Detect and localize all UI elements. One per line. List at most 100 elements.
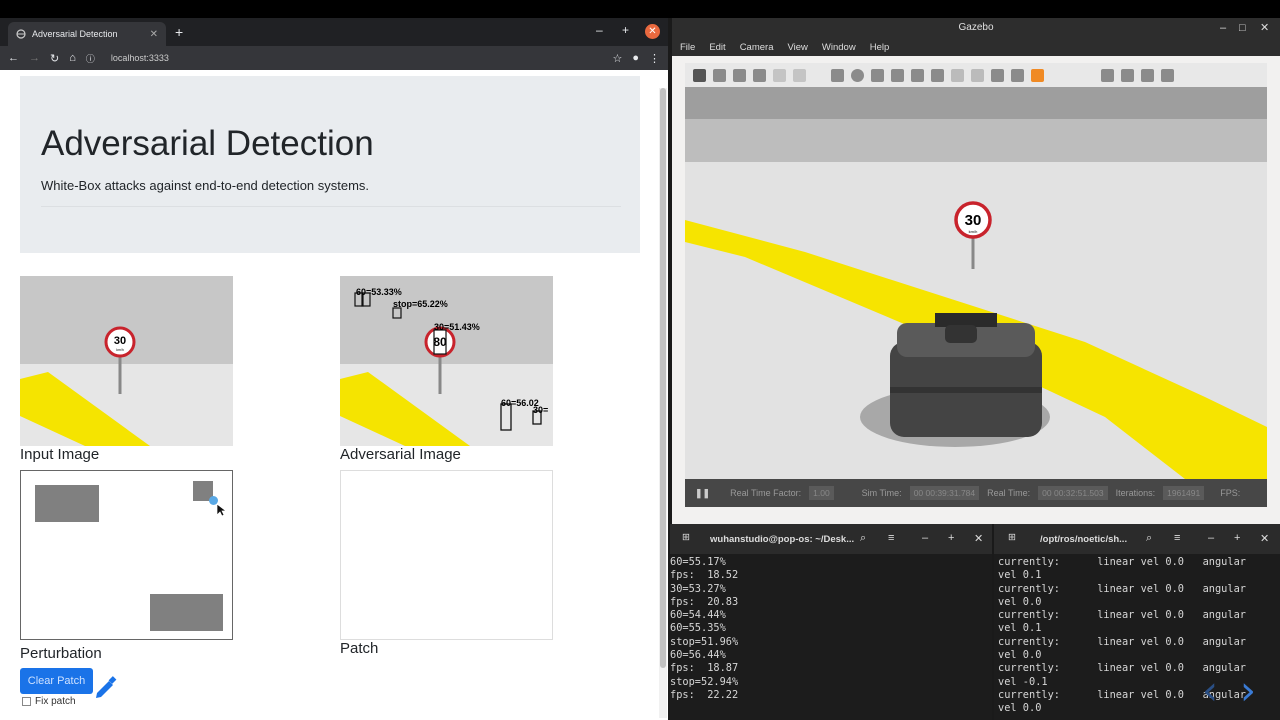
profile-icon[interactable]: ●: [632, 52, 639, 64]
minimize-icon[interactable]: –: [1220, 18, 1226, 38]
new-tab-icon[interactable]: ⊞: [682, 532, 690, 543]
fix-patch-control[interactable]: Fix patch: [22, 696, 76, 707]
terminal-line: currently: linear vel 0.0 angular: [998, 688, 1246, 701]
bookmark-star-icon[interactable]: ☆: [612, 52, 622, 65]
terminal-line: 30=53.27%: [670, 582, 726, 595]
real-time-factor-value: 1.00: [809, 486, 834, 500]
patch-canvas: [340, 470, 553, 640]
input-sign-unit: km/h: [116, 348, 124, 352]
close-icon[interactable]: ✕: [1260, 532, 1269, 545]
maximize-icon[interactable]: +: [1234, 532, 1240, 544]
menu-camera[interactable]: Camera: [740, 42, 774, 53]
perturbation-canvas[interactable]: [20, 470, 233, 640]
log-icon[interactable]: [1121, 68, 1134, 82]
terminal-line: fps: 18.52: [670, 569, 739, 582]
detection-label: 60=53.33%: [356, 287, 402, 297]
maximize-icon[interactable]: +: [622, 23, 629, 37]
close-icon[interactable]: ✕: [974, 532, 983, 545]
translate-tool-icon[interactable]: [713, 68, 726, 82]
browser-tab[interactable]: Adversarial Detection ✕: [8, 22, 166, 46]
terminal-left[interactable]: ⊞ wuhanstudio@pop-os: ~/Desk... ⌕ ≡ – + …: [670, 524, 992, 720]
terminal-line: fps: 22.22: [670, 688, 739, 701]
forward-icon[interactable]: →: [29, 52, 40, 64]
play-pause-icon[interactable]: ❚❚: [695, 488, 710, 499]
input-image: 30 km/h: [20, 276, 233, 446]
gazebo-toolbar: [685, 63, 1267, 87]
back-icon[interactable]: ←: [8, 52, 19, 64]
gazebo-3d-viewport[interactable]: 30 km/h: [685, 87, 1267, 479]
terminal-left-title: wuhanstudio@pop-os: ~/Desk...: [710, 534, 855, 545]
next-arrow-icon[interactable]: ›: [1240, 668, 1256, 714]
home-icon[interactable]: ⌂: [69, 52, 76, 64]
maximize-icon[interactable]: □: [1239, 18, 1246, 38]
new-tab-icon[interactable]: +: [175, 24, 183, 40]
detection-label: 30=51.43%: [434, 322, 480, 332]
prev-arrow-icon[interactable]: ‹: [1202, 668, 1218, 714]
terminal-line: vel 0.0: [998, 702, 1042, 715]
screenshot-icon[interactable]: [1101, 68, 1114, 82]
search-icon[interactable]: ⌕: [1146, 532, 1152, 545]
page-scrollbar[interactable]: [659, 88, 667, 718]
close-tab-icon[interactable]: ✕: [150, 29, 158, 40]
new-tab-icon[interactable]: ⊞: [1008, 532, 1016, 543]
reload-icon[interactable]: ↻: [50, 52, 59, 65]
video-icon[interactable]: [1161, 68, 1174, 82]
patch-rect[interactable]: [150, 594, 223, 631]
directional-light-icon[interactable]: [931, 68, 944, 82]
page-subtitle: White-Box attacks against end-to-end det…: [41, 178, 370, 193]
menu-help[interactable]: Help: [870, 42, 890, 53]
clear-patch-button[interactable]: Clear Patch: [20, 668, 93, 694]
rotate-tool-icon[interactable]: [733, 68, 746, 82]
align-icon[interactable]: [991, 68, 1004, 82]
gazebo-sign-unit: km/h: [969, 229, 978, 234]
close-icon[interactable]: ✕: [1260, 18, 1269, 38]
spot-light-icon[interactable]: [911, 68, 924, 82]
plot-icon[interactable]: [1141, 68, 1154, 82]
close-window-icon[interactable]: ✕: [645, 24, 660, 39]
info-icon[interactable]: ⓘ: [86, 52, 95, 65]
select-tool-icon[interactable]: [693, 68, 706, 82]
sphere-shape-icon[interactable]: [851, 68, 864, 82]
hamburger-menu-icon[interactable]: ≡: [888, 532, 894, 544]
browser-toolbar: ← → ↻ ⌂ ⓘ localhost:3333 ☆ ● ⋮: [0, 46, 668, 70]
patch-caption: Patch: [340, 640, 379, 657]
menu-dots-icon[interactable]: ⋮: [649, 52, 660, 65]
menu-edit[interactable]: Edit: [709, 42, 725, 53]
view-angle-icon[interactable]: [1031, 68, 1044, 82]
patch-rect[interactable]: [35, 485, 99, 522]
cylinder-shape-icon[interactable]: [871, 68, 884, 82]
copy-icon[interactable]: [951, 68, 964, 82]
perturbation-caption: Perturbation: [20, 645, 102, 662]
scrollbar-thumb[interactable]: [660, 88, 666, 668]
box-shape-icon[interactable]: [831, 68, 844, 82]
menu-view[interactable]: View: [787, 42, 807, 53]
hamburger-menu-icon[interactable]: ≡: [1174, 532, 1180, 544]
maximize-icon[interactable]: +: [948, 532, 954, 544]
undo-icon[interactable]: [773, 68, 786, 82]
point-light-icon[interactable]: [891, 68, 904, 82]
fix-patch-label: Fix patch: [35, 696, 76, 707]
adversarial-image: 80 60=53.33% stop=65.22% 30=51.43% 60=56…: [340, 276, 553, 446]
menu-window[interactable]: Window: [822, 42, 856, 53]
address-bar[interactable]: localhost:3333: [111, 53, 603, 63]
scale-tool-icon[interactable]: [753, 68, 766, 82]
pencil-icon[interactable]: [94, 676, 118, 698]
minimize-icon[interactable]: –: [922, 532, 928, 544]
terminal-right[interactable]: ⊞ /opt/ros/noetic/sh... ⌕ ≡ – + ✕ curren…: [994, 524, 1280, 720]
terminal-line: stop=52.94%: [670, 675, 739, 688]
redo-icon[interactable]: [793, 68, 806, 82]
input-image-caption: Input Image: [20, 446, 100, 463]
menu-file[interactable]: File: [680, 42, 695, 53]
snap-icon[interactable]: [1011, 68, 1024, 82]
terminal-line: stop=51.96%: [670, 635, 739, 648]
terminal-line: 60=54.44%: [670, 609, 726, 622]
paste-icon[interactable]: [971, 68, 984, 82]
minimize-icon[interactable]: –: [596, 23, 603, 37]
fix-patch-checkbox[interactable]: [22, 697, 31, 706]
minimize-icon[interactable]: –: [1208, 532, 1214, 544]
robot-model[interactable]: [890, 313, 1042, 437]
terminal-line: vel 0.0: [998, 649, 1042, 662]
gazebo-status-bar: ❚❚ Real Time Factor: 1.00 Sim Time: 00 0…: [685, 479, 1267, 507]
jumbotron: Adversarial Detection White-Box attacks …: [20, 76, 640, 253]
search-icon[interactable]: ⌕: [860, 532, 866, 545]
